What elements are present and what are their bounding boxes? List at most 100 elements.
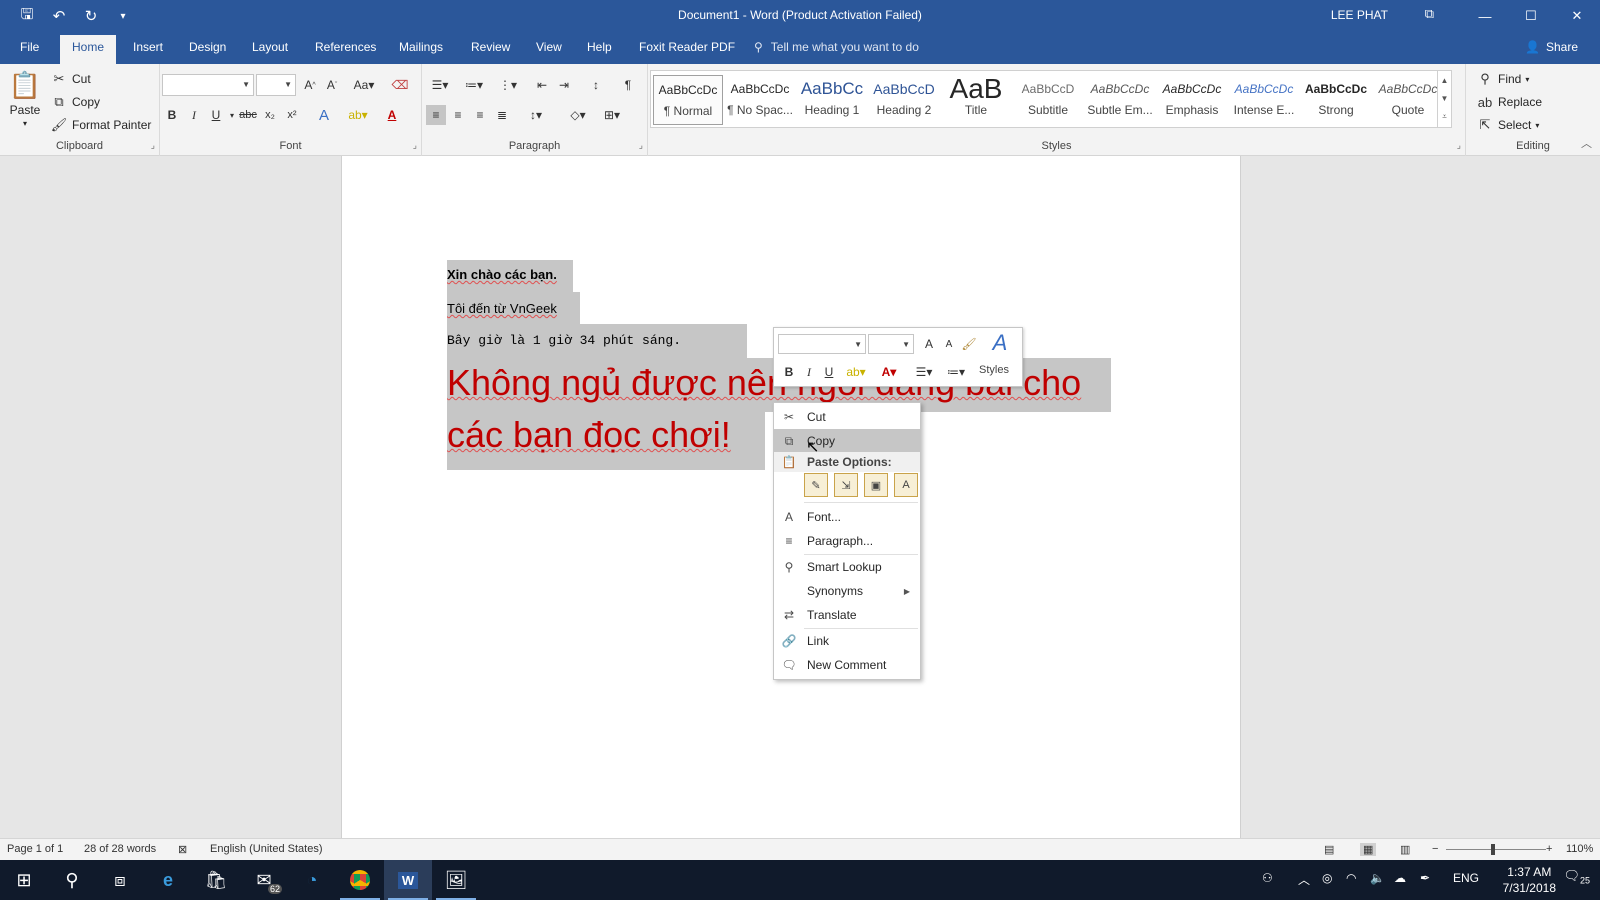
- proofing-icon[interactable]: ⊠: [178, 843, 187, 856]
- chevron-down-icon[interactable]: ▼: [1441, 94, 1449, 103]
- style-quote[interactable]: AaBbCcDc Quote: [1373, 75, 1443, 125]
- language-indicator[interactable]: English (United States): [210, 843, 323, 855]
- paste-picture-icon[interactable]: ▣: [864, 473, 888, 497]
- dialog-launcher-icon[interactable]: ⌟: [639, 140, 643, 151]
- chrome-icon[interactable]: [336, 860, 384, 900]
- close-button[interactable]: ✕: [1554, 0, 1600, 32]
- text-effects-icon[interactable]: A: [314, 105, 334, 125]
- style-normal[interactable]: AaBbCcDc ¶ Normal: [653, 75, 723, 125]
- replace-button[interactable]: ab Replace: [1476, 93, 1542, 111]
- app-tray-icon[interactable]: ◎: [1322, 871, 1332, 885]
- grow-font-icon[interactable]: A: [920, 335, 938, 353]
- paintbrush-icon[interactable]: 🖌: [960, 335, 978, 353]
- shrink-font-icon[interactable]: Aˇ: [322, 75, 342, 95]
- select-button[interactable]: ⇱ Select ▾: [1476, 116, 1540, 134]
- numbering-icon[interactable]: ≔▾: [942, 363, 970, 381]
- menu-item-new-comment[interactable]: 🗨 New Comment: [774, 653, 920, 677]
- bullets-icon[interactable]: ☰▾: [910, 363, 938, 381]
- menu-item-smart-lookup[interactable]: ⚲ Smart Lookup: [774, 555, 920, 579]
- wifi-icon[interactable]: ◠: [1346, 871, 1356, 885]
- align-left-icon[interactable]: ≡: [426, 105, 446, 125]
- page-count[interactable]: Page 1 of 1: [7, 843, 63, 855]
- paste-text-only-icon[interactable]: A: [894, 473, 918, 497]
- numbering-icon[interactable]: ≔▾: [460, 75, 488, 95]
- onedrive-icon[interactable]: ☁: [1394, 871, 1406, 885]
- zoom-level[interactable]: 110%: [1566, 843, 1593, 855]
- highlight-color-icon[interactable]: ab▾: [842, 363, 870, 381]
- tab-insert[interactable]: Insert: [133, 40, 163, 54]
- style-emphasis[interactable]: AaBbCcDc Emphasis: [1157, 75, 1227, 125]
- styles-icon[interactable]: A: [986, 330, 1014, 356]
- zoom-slider-thumb[interactable]: [1491, 844, 1495, 855]
- image-viewer-icon[interactable]: 🖼: [432, 860, 480, 900]
- mini-styles-label[interactable]: Styles: [979, 364, 1009, 376]
- search-icon[interactable]: ⚲: [48, 860, 96, 900]
- paste-button[interactable]: 📋 Paste ▾: [9, 70, 41, 128]
- font-name-combo[interactable]: ▼: [162, 74, 254, 96]
- more-icon[interactable]: ⩡: [1442, 112, 1447, 122]
- input-language[interactable]: ENG: [1453, 871, 1479, 885]
- maximize-button[interactable]: ☐: [1508, 0, 1554, 32]
- task-view-icon[interactable]: ⧈: [96, 860, 144, 900]
- bullets-icon[interactable]: ☰▾: [426, 75, 454, 95]
- paste-merge-formatting-icon[interactable]: ⇲: [834, 473, 858, 497]
- font-color-icon[interactable]: A▾: [876, 363, 902, 381]
- action-center-icon[interactable]: 🗨25: [1563, 868, 1590, 886]
- bold-icon[interactable]: B: [162, 105, 182, 125]
- menu-item-synonyms[interactable]: Synonyms ▶: [774, 579, 920, 603]
- change-case-icon[interactable]: Aa▾: [350, 75, 378, 95]
- borders-icon[interactable]: ⊞▾: [598, 105, 626, 125]
- cut-button[interactable]: ✂ Cut: [50, 70, 91, 88]
- tab-review[interactable]: Review: [471, 40, 510, 54]
- highlight-color-icon[interactable]: ab▾: [348, 105, 368, 125]
- volume-icon[interactable]: 🔈: [1370, 871, 1385, 885]
- tab-layout[interactable]: Layout: [252, 40, 288, 54]
- dialog-launcher-icon[interactable]: ⌟: [413, 140, 417, 151]
- menu-item-translate[interactable]: ⇄ Translate: [774, 603, 920, 627]
- find-button[interactable]: ⚲ Find ▾: [1476, 70, 1529, 88]
- read-mode-icon[interactable]: ▤: [1324, 843, 1334, 856]
- menu-item-font[interactable]: A Font...: [774, 505, 920, 529]
- collapse-ribbon-icon[interactable]: ︿: [1581, 135, 1592, 151]
- tab-design[interactable]: Design: [189, 40, 226, 54]
- windows-start-icon[interactable]: ⊞: [0, 860, 48, 900]
- mail-icon[interactable]: ✉ 62: [240, 860, 288, 900]
- mini-font-size-combo[interactable]: ▼: [868, 334, 914, 354]
- pen-icon[interactable]: ✒: [1420, 871, 1430, 885]
- style-intense-emphasis[interactable]: AaBbCcDc Intense E...: [1229, 75, 1299, 125]
- zoom-out-icon[interactable]: −: [1432, 843, 1438, 855]
- tab-mailings[interactable]: Mailings: [399, 40, 443, 54]
- web-layout-icon[interactable]: ▥: [1400, 843, 1410, 856]
- store-icon[interactable]: 🛍: [192, 860, 240, 900]
- chevron-up-icon[interactable]: ︿: [1298, 871, 1310, 888]
- align-center-icon[interactable]: ≡: [448, 105, 468, 125]
- dialog-launcher-icon[interactable]: ⌟: [1457, 140, 1461, 151]
- tab-foxit-reader-pdf[interactable]: Foxit Reader PDF: [639, 40, 735, 54]
- dialog-launcher-icon[interactable]: ⌟: [151, 140, 155, 151]
- italic-icon[interactable]: I: [184, 105, 204, 125]
- text-line-1[interactable]: Xin chào các bạn.: [447, 260, 573, 292]
- style-subtitle[interactable]: AaBbCcD Subtitle: [1013, 75, 1083, 125]
- copy-button[interactable]: ⧉ Copy: [50, 93, 100, 111]
- ribbon-display-options-icon[interactable]: ⧉: [1425, 6, 1434, 22]
- pilcrow-icon[interactable]: ¶: [618, 75, 638, 95]
- text-line-2[interactable]: Tôi đến từ VnGeek: [447, 292, 580, 324]
- style-heading-1[interactable]: AaBbCc Heading 1: [797, 75, 867, 125]
- tab-help[interactable]: Help: [587, 40, 612, 54]
- style-heading-2[interactable]: AaBbCcD Heading 2: [869, 75, 939, 125]
- strikethrough-icon[interactable]: abc: [238, 105, 258, 125]
- multilevel-list-icon[interactable]: ⋮▾: [494, 75, 522, 95]
- style-strong[interactable]: AaBbCcDc Strong: [1301, 75, 1371, 125]
- italic-icon[interactable]: I: [800, 363, 818, 381]
- zoom-in-icon[interactable]: +: [1546, 843, 1552, 855]
- menu-item-paragraph[interactable]: ≡ Paragraph...: [774, 529, 920, 553]
- share-button[interactable]: 👤 Share: [1525, 40, 1578, 54]
- word-taskbar-icon[interactable]: W: [384, 860, 432, 900]
- menu-item-copy[interactable]: ⧉ Copy: [774, 429, 920, 453]
- subscript-icon[interactable]: x₂: [260, 105, 280, 125]
- sort-icon[interactable]: ↕: [586, 75, 606, 95]
- word-count[interactable]: 28 of 28 words: [84, 843, 156, 855]
- line-spacing-icon[interactable]: ↕▾: [522, 105, 550, 125]
- style-title[interactable]: AaB Title: [941, 75, 1011, 125]
- user-name[interactable]: LEE PHAT: [1331, 8, 1388, 22]
